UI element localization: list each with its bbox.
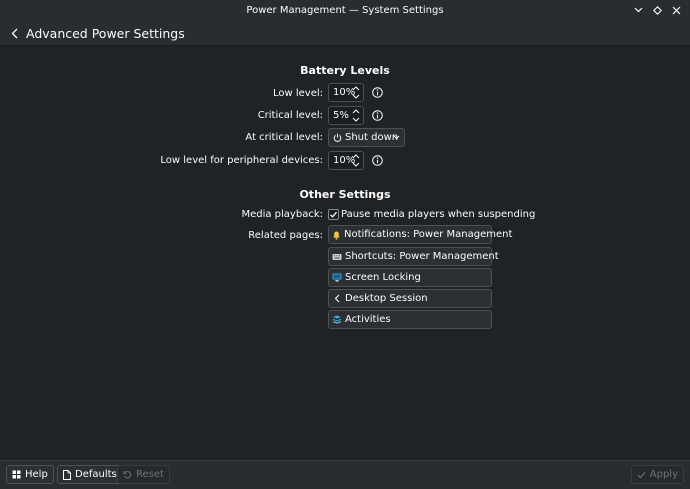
- close-button[interactable]: [668, 2, 684, 18]
- related-page-label: Shortcuts: Power Management: [345, 251, 499, 262]
- apply-button[interactable]: Apply: [630, 465, 684, 484]
- critical-level-value: 5%: [333, 110, 349, 121]
- spin-arrows-icon: [352, 109, 360, 122]
- info-icon[interactable]: [372, 155, 383, 166]
- related-page-label: Notifications: Power Management: [344, 229, 513, 240]
- window-title: Power Management — System Settings: [246, 5, 444, 16]
- settings-content: Battery Levels Low level: 10% Critical l…: [0, 46, 690, 460]
- maximize-button[interactable]: [649, 2, 665, 18]
- activities-icon: [332, 315, 342, 325]
- pause-media-checkbox[interactable]: [328, 209, 339, 220]
- related-page-screen-locking[interactable]: Screen Locking: [328, 268, 492, 287]
- window-titlebar: Power Management — System Settings: [0, 0, 690, 21]
- critical-level-label: Critical level:: [257, 110, 323, 121]
- help-label: Help: [25, 469, 48, 480]
- battery-levels-heading: Battery Levels: [300, 64, 390, 77]
- undo-icon: [123, 471, 132, 479]
- apply-label: Apply: [649, 469, 678, 480]
- page-header: Advanced Power Settings: [0, 21, 690, 46]
- bell-icon: [332, 230, 341, 240]
- at-critical-label: At critical level:: [245, 132, 323, 143]
- defaults-label: Defaults: [75, 469, 117, 480]
- spin-arrows-icon: [352, 86, 360, 99]
- reset-button[interactable]: Reset: [117, 465, 170, 484]
- critical-level-spinbox[interactable]: 5%: [328, 106, 364, 125]
- related-page-label: Desktop Session: [345, 293, 428, 304]
- defaults-button[interactable]: Defaults: [57, 465, 123, 484]
- minimize-button[interactable]: [630, 2, 646, 18]
- chevron-down-icon: [393, 135, 400, 140]
- help-button[interactable]: Help: [6, 465, 54, 484]
- related-page-desktop-session[interactable]: Desktop Session: [328, 289, 492, 308]
- info-icon[interactable]: [372, 87, 383, 98]
- close-icon: [672, 6, 680, 14]
- keyboard-icon: [332, 252, 342, 262]
- media-playback-label: Media playback:: [241, 209, 323, 220]
- critical-action-value: Shut down: [345, 132, 399, 143]
- footer-bar: Help Defaults Reset Apply: [0, 460, 690, 489]
- reset-label: Reset: [136, 469, 164, 480]
- diamond-icon: [652, 5, 662, 15]
- chevron-down-icon: [634, 7, 642, 13]
- related-page-label: Screen Locking: [345, 272, 421, 283]
- checkmark-icon: [637, 471, 646, 478]
- back-button[interactable]: [4, 21, 24, 45]
- related-pages-label: Related pages:: [248, 230, 323, 241]
- critical-action-combobox[interactable]: Shut down: [328, 128, 405, 147]
- page-title: Advanced Power Settings: [26, 25, 185, 41]
- related-page-label: Activities: [345, 314, 391, 325]
- peripheral-level-label: Low level for peripheral devices:: [160, 155, 323, 166]
- spin-arrows-icon: [352, 154, 360, 167]
- low-level-label: Low level:: [272, 88, 323, 99]
- monitor-icon: [332, 273, 342, 283]
- help-icon: [12, 470, 21, 479]
- peripheral-level-spinbox[interactable]: 10%: [328, 151, 364, 170]
- related-page-notifications[interactable]: Notifications: Power Management: [328, 225, 512, 244]
- low-level-spinbox[interactable]: 10%: [328, 83, 364, 102]
- other-settings-heading: Other Settings: [299, 188, 391, 201]
- related-page-activities[interactable]: Activities: [328, 310, 492, 329]
- related-page-shortcuts[interactable]: Shortcuts: Power Management: [328, 247, 499, 266]
- power-icon: [333, 133, 342, 142]
- pause-media-label[interactable]: Pause media players when suspending: [341, 209, 535, 220]
- document-icon: [63, 469, 71, 480]
- window-controls: [630, 2, 684, 18]
- info-icon[interactable]: [372, 110, 383, 121]
- checkmark-icon: [330, 211, 337, 218]
- chevron-left-icon: [11, 28, 17, 38]
- chevron-left-icon: [332, 294, 342, 304]
